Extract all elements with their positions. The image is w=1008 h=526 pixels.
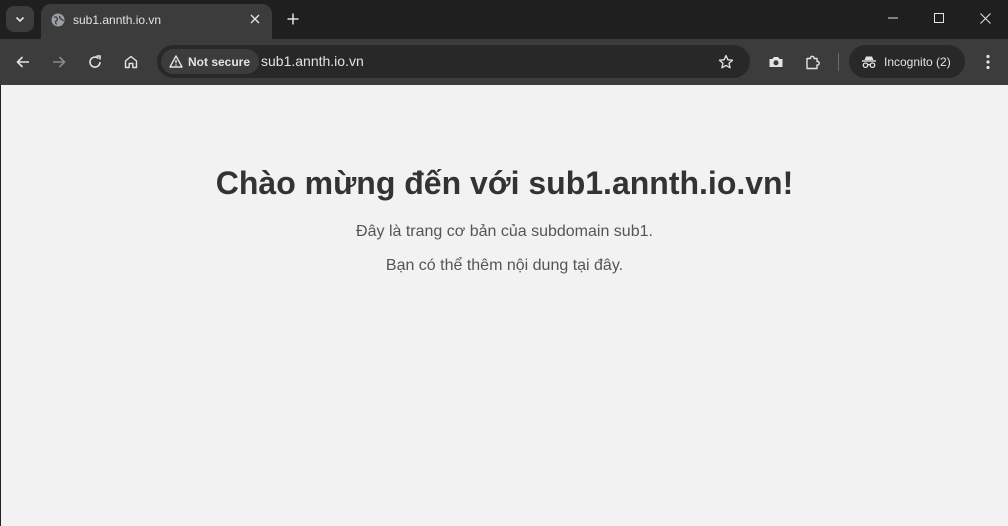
home-button[interactable] [117, 48, 145, 76]
back-button[interactable] [9, 48, 37, 76]
incognito-indicator[interactable]: Incognito (2) [849, 45, 965, 78]
tab-title: sub1.annth.io.vn [73, 13, 162, 27]
reload-button[interactable] [81, 48, 109, 76]
maximize-icon [934, 13, 944, 23]
security-indicator[interactable]: Not secure [161, 49, 260, 74]
browser-toolbar: Not secure sub1.annth.io.vn Incognito (2… [0, 39, 1008, 85]
camera-icon [769, 57, 783, 67]
url-text[interactable]: sub1.annth.io.vn [261, 53, 364, 70]
extensions-button[interactable] [799, 48, 827, 76]
browser-menu-button[interactable] [974, 48, 1002, 76]
tab-active[interactable]: sub1.annth.io.vn [41, 4, 272, 39]
plus-icon [287, 13, 299, 25]
tab-search-button[interactable] [6, 6, 34, 32]
more-vertical-icon [986, 54, 990, 70]
security-label: Not secure [188, 54, 251, 69]
reload-icon [89, 55, 101, 68]
warning-icon [169, 55, 183, 68]
address-bar[interactable]: Not secure sub1.annth.io.vn [157, 45, 750, 78]
tab-close-button[interactable] [246, 10, 264, 28]
minimize-icon [888, 17, 898, 19]
puzzle-piece-icon [805, 55, 820, 69]
close-icon [250, 14, 260, 24]
new-tab-button[interactable] [282, 8, 304, 30]
tab-strip: sub1.annth.io.vn [0, 0, 1008, 39]
toolbar-divider [838, 53, 839, 71]
page-description: Đây là trang cơ bản của subdomain sub1. [356, 223, 653, 240]
minimize-button[interactable] [870, 0, 916, 36]
screenshot-button[interactable] [762, 48, 790, 76]
chevron-down-icon [15, 16, 25, 23]
forward-button[interactable] [45, 48, 73, 76]
arrow-left-icon [16, 56, 29, 68]
incognito-icon [862, 56, 876, 68]
home-icon [124, 55, 138, 69]
page-content: Chào mừng đến với sub1.annth.io.vn! Đây … [1, 85, 1008, 526]
bookmark-button[interactable] [716, 52, 736, 72]
page-note: Bạn có thể thêm nội dung tại đây. [385, 257, 624, 274]
globe-icon [51, 13, 65, 27]
maximize-button[interactable] [916, 0, 962, 36]
close-window-button[interactable] [962, 0, 1008, 36]
page-heading: Chào mừng đến với sub1.annth.io.vn! [215, 165, 794, 201]
arrow-right-icon [53, 56, 66, 68]
incognito-label: Incognito (2) [884, 54, 951, 69]
close-icon [979, 12, 991, 24]
star-icon [718, 54, 734, 69]
